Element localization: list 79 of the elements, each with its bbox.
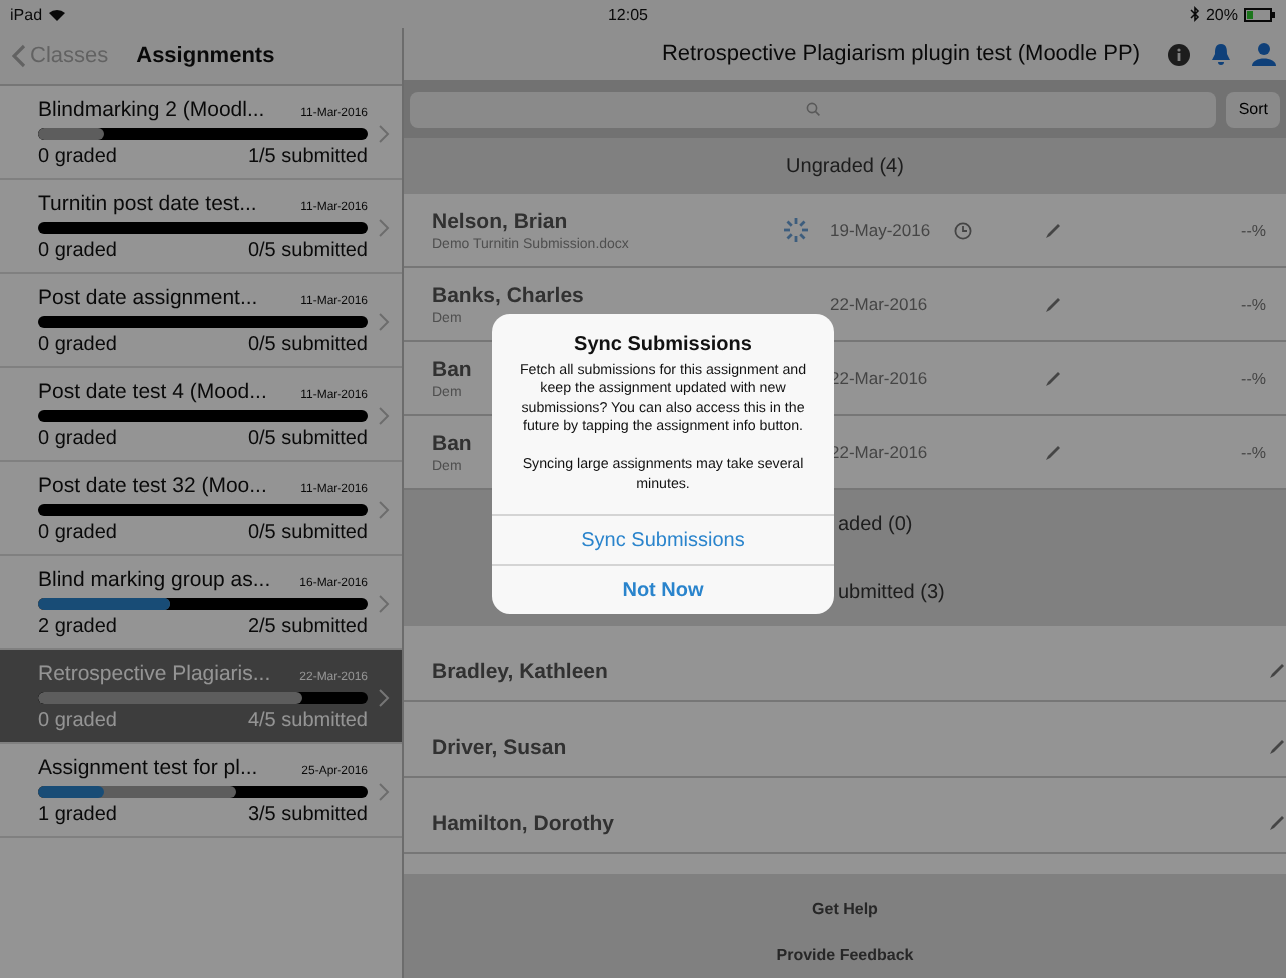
assignment-title: Post date assignment... — [38, 286, 258, 310]
chevron-icon — [378, 781, 390, 801]
graded-count: 0 graded — [38, 240, 117, 262]
section-header: Ungraded (4) — [786, 155, 904, 177]
dialog-button[interactable]: Not Now — [492, 564, 834, 615]
grade-percent: --% — [1241, 369, 1268, 387]
submitted-count: 0/5 submitted — [247, 334, 368, 356]
graded-count: 0 graded — [38, 522, 117, 544]
submission-date: 22-Mar-2016 — [830, 442, 930, 462]
pencil-icon[interactable] — [1268, 738, 1286, 756]
graded-count: 1 graded — [38, 804, 117, 826]
student-row[interactable]: Bradley, Kathleen — [404, 626, 1286, 702]
student-row[interactable]: Hamilton, Dorothy — [404, 778, 1286, 854]
submitted-count: 0/5 submitted — [247, 522, 368, 544]
chevron-icon — [378, 217, 390, 237]
graded-count: 2 graded — [38, 616, 117, 638]
submitted-count: 4/5 submitted — [247, 710, 368, 732]
chevron-icon — [378, 311, 390, 331]
footer-link[interactable]: Provide Feedback — [764, 944, 926, 966]
section-header: ubmitted (3) — [838, 581, 945, 603]
assignment-title: Blindmarking 2 (Moodl... — [38, 98, 265, 122]
search-field[interactable] — [410, 91, 1217, 127]
clock-time: 12:05 — [605, 5, 651, 23]
graded-count: 0 graded — [38, 334, 117, 356]
battery-percent: 20% — [1205, 5, 1238, 23]
grade-percent: --% — [1241, 443, 1268, 461]
pencil-icon[interactable] — [1044, 295, 1062, 313]
wifi-icon — [48, 7, 67, 21]
bell-icon[interactable] — [1210, 42, 1232, 66]
grade-percent: --% — [1241, 295, 1268, 313]
dialog-button[interactable]: Sync Submissions — [492, 514, 834, 565]
assignment-title: Post date test 4 (Mood... — [38, 380, 267, 404]
student-name: Banks, Charles — [432, 283, 584, 307]
student-name: Driver, Susan — [432, 735, 567, 759]
submission-date: 19-May-2016 — [830, 220, 933, 240]
bluetooth-icon — [1189, 6, 1200, 22]
back-chevron-icon — [12, 44, 26, 68]
grade-percent: --% — [1241, 221, 1268, 239]
footer-link[interactable]: Get Help — [800, 898, 890, 920]
assignment-heading: Retrospective Plagiarism plugin test (Moodle PP) — [661, 42, 1140, 66]
graded-count: 0 graded — [38, 710, 117, 732]
student-name: Ban — [432, 431, 472, 455]
search-icon — [806, 102, 821, 116]
submitted-count: 0/5 submitted — [247, 428, 368, 450]
pencil-icon[interactable] — [1044, 369, 1062, 387]
student-name: Hamilton, Dorothy — [432, 811, 614, 835]
pencil-icon[interactable] — [1268, 814, 1286, 832]
submitted-count: 0/5 submitted — [247, 240, 368, 262]
graded-count: 0 graded — [38, 428, 117, 450]
battery-icon — [1244, 7, 1276, 21]
chevron-icon — [378, 687, 390, 707]
submission-date: 22-Mar-2016 — [830, 294, 930, 314]
submitted-count: 3/5 submitted — [247, 804, 368, 826]
section-header: aded (0) — [838, 513, 913, 535]
assignment-title: Turnitin post date test... — [38, 192, 257, 216]
device-name: iPad — [10, 5, 43, 23]
nav-title: Assignments — [136, 44, 275, 68]
graded-count: 0 graded — [38, 146, 117, 168]
chevron-icon — [378, 405, 390, 425]
submission-date: 22-Mar-2016 — [830, 368, 930, 388]
chevron-icon — [378, 123, 390, 143]
pencil-icon[interactable] — [1044, 443, 1062, 461]
sort-button[interactable]: Sort — [1226, 91, 1280, 127]
pencil-icon[interactable] — [1268, 662, 1286, 680]
assignment-title: Assignment test for pl... — [38, 756, 258, 780]
assignment-title: Blind marking group as... — [38, 568, 271, 592]
chevron-icon — [378, 593, 390, 613]
student-row[interactable]: Driver, Susan — [404, 702, 1286, 778]
person-icon[interactable] — [1252, 42, 1276, 66]
submitted-count: 1/5 submitted — [247, 146, 368, 168]
assignment-title: Retrospective Plagiaris... — [38, 662, 271, 686]
submitted-count: 2/5 submitted — [247, 616, 368, 638]
chevron-icon — [378, 499, 390, 519]
assignment-title: Post date test 32 (Moo... — [38, 474, 267, 498]
student-name: Nelson, Brian — [432, 209, 568, 233]
student-name: Bradley, Kathleen — [432, 659, 608, 683]
info-icon[interactable] — [1168, 43, 1190, 65]
student-name: Ban — [432, 357, 472, 381]
pencil-icon[interactable] — [1044, 221, 1062, 239]
